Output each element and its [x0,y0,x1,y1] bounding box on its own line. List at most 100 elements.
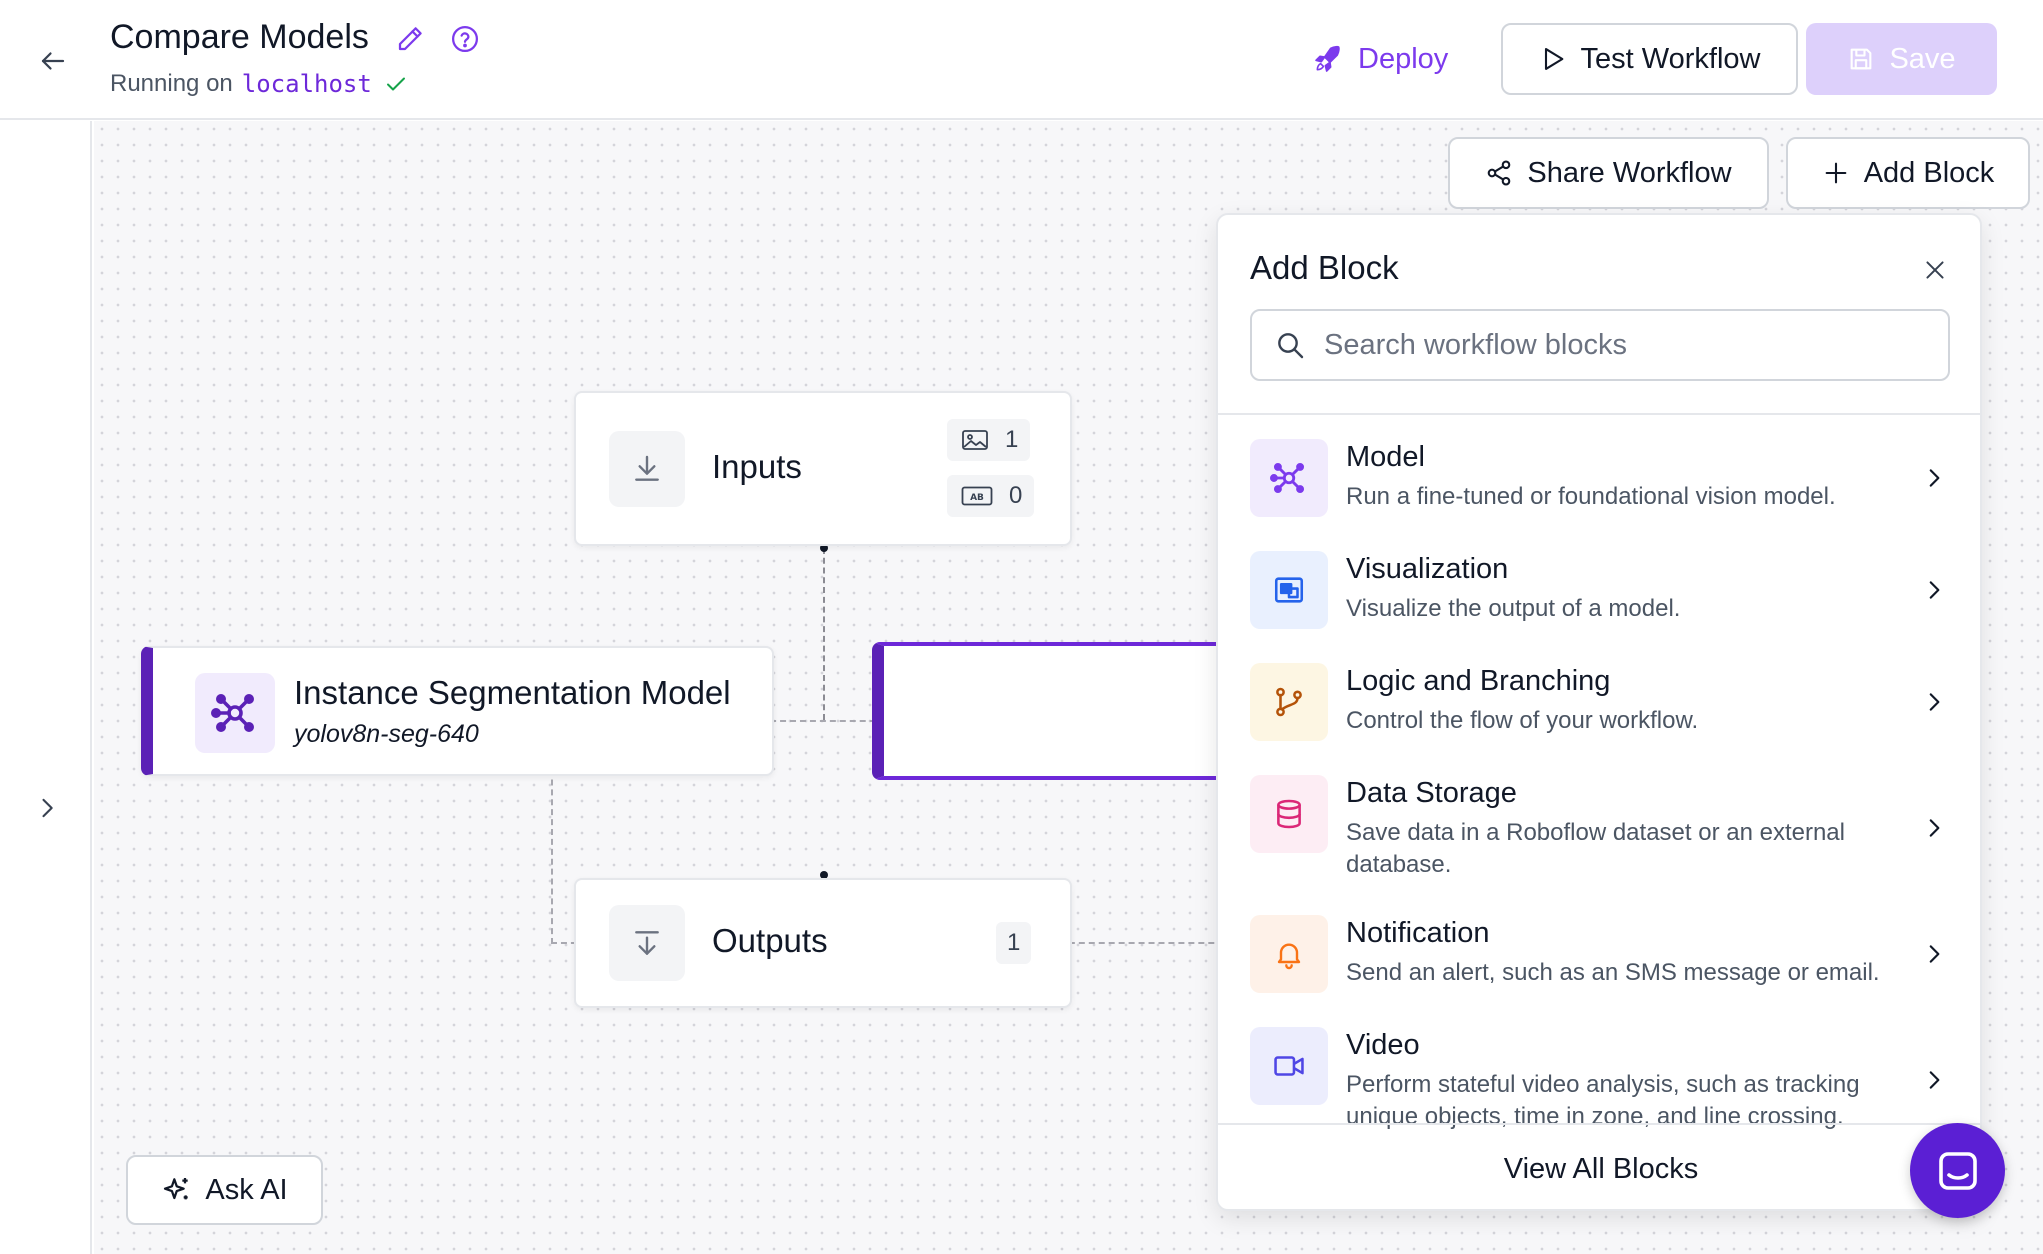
connector-inputs-down [823,548,825,720]
block-search-input[interactable] [1324,328,1924,362]
close-panel-button[interactable] [1920,255,1950,285]
chevron-right-icon [1929,581,1940,599]
test-workflow-label: Test Workflow [1580,42,1761,75]
plus-icon [1825,162,1847,184]
category-model-name: Model [1346,441,1425,473]
chevron-right-icon [1929,819,1940,837]
svg-text:AB: AB [970,493,984,503]
image-input-count: 1 [1005,426,1019,453]
block-category-list: Model Run a fine-tuned or foundational v… [1218,415,1980,1137]
model-node-icon-box [195,673,275,753]
save-label: Save [1889,42,1956,75]
output-count-badge: 1 [996,922,1032,964]
category-model-description: Run a fine-tuned or foundational vision … [1346,483,1836,510]
add-block-panel-title: Add Block [1250,249,1399,286]
host-name: localhost [241,70,372,98]
share-icon [1488,160,1511,186]
help-circle-icon[interactable] [450,24,480,54]
category-data-storage-description: Save data in a Roboflow dataset or an ex… [1346,819,1845,878]
running-status: Running on localhost [110,70,408,98]
category-logic-icon-box [1250,663,1328,741]
block-search-field[interactable] [1250,309,1950,381]
ask-ai-button[interactable]: Ask AI [126,1155,323,1225]
sparkles-icon [164,1178,189,1200]
model-node-title: Instance Segmentation Model [294,674,731,711]
expand-sidebar-button[interactable] [30,791,64,825]
check-icon [384,72,408,96]
back-button[interactable] [36,44,70,78]
category-model[interactable]: Model Run a fine-tuned or foundational v… [1218,415,1980,527]
download-icon [635,455,659,481]
category-data-storage-icon-box [1250,775,1328,853]
category-visualization[interactable]: Visualization Visualize the output of a … [1218,527,1980,639]
instance-segmentation-model-node[interactable]: Instance Segmentation Model yolov8n-seg-… [141,646,774,776]
download-icon [635,931,659,955]
inputs-node-title: Inputs [712,448,802,485]
category-video-name: Video [1346,1029,1420,1061]
category-notification-name: Notification [1346,917,1490,949]
model-icon [1270,462,1305,494]
database-icon [1277,799,1301,829]
category-notification[interactable]: Notification Send an alert, such as an S… [1218,891,1980,1003]
image-input-count-badge: 1 [947,419,1031,461]
save-button[interactable]: Save [1806,23,1997,95]
category-logic-name: Logic and Branching [1346,665,1611,697]
deploy-button[interactable]: Deploy [1312,34,1448,84]
category-video[interactable]: Video Perform stateful video analysis, s… [1218,1003,1980,1137]
chevron-right-icon [1929,469,1940,487]
outputs-node[interactable]: Outputs 1 [574,878,1072,1008]
rocket-icon [1315,45,1340,72]
selected-empty-block-node[interactable] [872,642,1232,780]
search-icon [1278,333,1304,359]
category-notification-icon-box [1250,915,1328,993]
share-workflow-button[interactable]: Share Workflow [1448,137,1769,209]
top-header: Compare Models Running on localhost Depl… [0,0,2043,120]
category-data-storage-name: Data Storage [1346,777,1517,809]
category-visualization-icon-box [1250,551,1328,629]
category-logic-branching[interactable]: Logic and Branching Control the flow of … [1218,639,1980,751]
outputs-node-icon-box [609,905,685,981]
video-icon [1274,1056,1304,1076]
close-icon [1926,261,1944,279]
chevron-right-icon [1929,945,1940,963]
add-block-button[interactable]: Add Block [1786,137,2030,209]
model-icon [211,694,254,732]
left-sidebar-collapsed [0,121,92,1254]
add-block-panel: Add Block Model Run a fine-tuned or foun… [1216,213,1982,1211]
branch-icon [1276,687,1302,717]
support-chat-button[interactable] [1910,1123,2005,1218]
model-node-model-id: yolov8n-seg-640 [294,720,479,748]
chat-icon [1938,1151,1977,1190]
pencil-icon[interactable] [395,24,425,54]
test-workflow-button[interactable]: Test Workflow [1501,23,1798,95]
parameter-input-count: 0 [1009,482,1023,509]
floppy-disk-icon [1851,48,1872,70]
play-icon [1544,48,1563,70]
category-visualization-description: Visualize the output of a model. [1346,595,1681,622]
deploy-label: Deploy [1358,42,1449,75]
bell-icon [1277,943,1301,970]
category-notification-description: Send an alert, such as an SMS message or… [1346,959,1880,986]
chevron-right-icon [42,798,53,818]
share-workflow-label: Share Workflow [1527,156,1732,189]
visualization-icon [1274,577,1304,603]
running-prefix: Running on [110,70,233,97]
inputs-node[interactable]: Inputs 1 AB 0 [574,391,1072,546]
parameter-input-count-badge: AB 0 [947,475,1035,517]
chevron-right-icon [1929,1071,1940,1089]
inputs-node-icon-box [609,431,685,507]
category-video-icon-box [1250,1027,1328,1105]
category-data-storage[interactable]: Data Storage Save data in a Roboflow dat… [1218,751,1980,891]
image-icon [962,430,988,450]
arrow-left-icon [41,52,65,70]
add-block-label: Add Block [1863,156,1995,189]
text-param-icon: AB [961,486,993,506]
view-all-blocks-button[interactable]: View All Blocks [1218,1125,1980,1209]
category-model-icon-box [1250,439,1328,517]
workflow-title: Compare Models [110,18,369,56]
category-visualization-name: Visualization [1346,553,1509,585]
outputs-node-title: Outputs [712,922,828,959]
ask-ai-label: Ask AI [205,1173,288,1206]
category-logic-description: Control the flow of your workflow. [1346,707,1699,734]
chevron-right-icon [1929,693,1940,711]
